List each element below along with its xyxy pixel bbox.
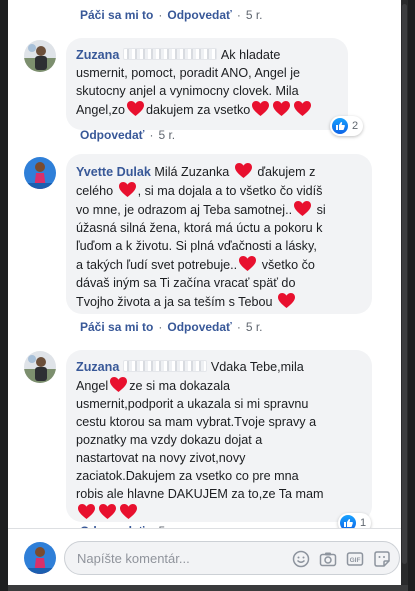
comment-text-line: Angel,zo (76, 103, 126, 117)
comment-actions: Odpovedať·5 r. (80, 128, 176, 142)
comment-text-line: Tvojho života a ja sa teším s Tebou (76, 295, 273, 309)
composer-avatar (24, 542, 56, 574)
like-icon (332, 118, 348, 134)
comment-input-placeholder: Napíšte komentár... (77, 550, 190, 566)
avatar-photo-icon (24, 40, 56, 72)
redacted-name (122, 48, 217, 60)
comment-text-line: všetko čo (261, 258, 315, 272)
heart-icon (127, 100, 145, 117)
comment-author[interactable]: Zuzana (76, 48, 119, 62)
comment-text-line: a takých ľudí svet potrebuje.. (76, 258, 238, 272)
comment-text-line: vo mne, je odrazom aj Teba samotnej.. (76, 203, 293, 217)
comment-text-line: si (316, 203, 326, 217)
camera-icon[interactable] (319, 550, 337, 568)
comment-text-line: usmernit, pomoct, poradit ANO, Angel je (76, 66, 300, 80)
comment-composer-bar: Napíšte komentár... GIF (8, 528, 408, 591)
comment-text-line: Milá Zuzanka (154, 165, 230, 179)
avatar[interactable] (24, 40, 56, 72)
heart-icon (120, 503, 137, 520)
gif-icon[interactable]: GIF (346, 550, 364, 568)
comment-text-line: robis ale hlavne DAKUJEM za to,ze Ta mam (76, 487, 324, 501)
like-link[interactable]: Páči sa mi to (80, 320, 153, 334)
comment-bubble: Zuzana Vdaka Tebe,mila Angel ze si ma dok… (66, 350, 372, 522)
heart-icon (234, 162, 252, 179)
comment-text-line: zaciatok.Dakujem za vsetko co pre mna (76, 469, 299, 483)
comments-panel: Páči sa mi to · Odpovedať · 5 r. Zuzana Ak h… (8, 0, 408, 591)
comment-text-line: cestu ktorou sa mam vybrat.Tvoje spravy … (76, 415, 317, 429)
comment-author[interactable]: Zuzana (76, 360, 119, 374)
comment-text-line: nastartovat na novy zivot,novy (76, 451, 246, 465)
comment-text-line: ľuďom a k životu. Si plná vďačnosti a lá… (76, 239, 317, 253)
timestamp[interactable]: 5 r. (246, 320, 263, 334)
reply-link[interactable]: Odpovedať (167, 8, 231, 22)
comment-actions: Páči sa mi to · Odpovedať · 5 r. (80, 320, 263, 334)
avatar[interactable] (24, 157, 56, 189)
avatar[interactable] (24, 351, 56, 383)
composer-icons: GIF (292, 550, 391, 568)
reaction-badge[interactable]: 2 (330, 116, 364, 136)
avatar-photo-icon (24, 351, 56, 383)
heart-icon (99, 503, 116, 520)
timestamp[interactable]: 5 r. (158, 128, 175, 142)
reply-link[interactable]: Odpovedať (80, 128, 144, 142)
comment-text-line: ze si ma dokazala (129, 379, 231, 393)
comment-text-line: dakujem za vsetko (146, 103, 251, 117)
like-link[interactable]: Páči sa mi to (80, 8, 153, 22)
comment-text-line: Vdaka Tebe,mila (210, 360, 304, 374)
reply-link[interactable]: Odpovedať (167, 320, 231, 334)
heart-icon (239, 255, 257, 272)
avatar-photo-icon (24, 542, 56, 574)
comment-text-line: poznatky ma vzdy dokazu dojat a (76, 433, 263, 447)
comment-input[interactable]: Napíšte komentár... GIF (64, 541, 400, 575)
emoji-icon[interactable] (292, 550, 310, 568)
comment-actions: Páči sa mi to · Odpovedať · 5 r. (80, 8, 263, 22)
comment-author[interactable]: Yvette Dulak (76, 165, 151, 179)
redacted-name (122, 360, 207, 372)
comment-text-line: usmernit,podporit a ukazala si mi spravn… (76, 397, 309, 411)
comment-text-line: Ak hladate (220, 48, 281, 62)
comment-text-line: ďakujem z (257, 165, 316, 179)
avatar-photo-icon (24, 157, 56, 189)
svg-text:GIF: GIF (350, 557, 361, 564)
comment-text-line: úžasná silná žena, ktorá má úctu a pokor… (76, 221, 323, 235)
comment-bubble: Zuzana Ak hladate usmernit, pomoct, pora… (66, 38, 348, 130)
comment-text-line: Angel (76, 379, 109, 393)
comment-text-line: , si ma dojala a to všetko čo vidíš (137, 184, 323, 198)
timestamp[interactable]: 5 r. (246, 8, 263, 22)
heart-icon (252, 100, 270, 117)
heart-icon (277, 292, 295, 309)
comment-text-line: celého (76, 184, 114, 198)
comment-bubble: Yvette Dulak Milá Zuzanka ďakujem z celé… (66, 154, 372, 314)
reaction-count: 2 (352, 120, 359, 132)
scrollbar-thumb[interactable] (402, 4, 407, 564)
heart-icon (118, 181, 136, 198)
heart-icon (78, 503, 95, 520)
heart-icon (110, 376, 128, 393)
comment-text-line: skutocny anjel a vynimocny clovek. Mila (76, 84, 299, 98)
sticker-icon[interactable] (373, 550, 391, 568)
heart-icon (294, 200, 312, 217)
heart-icon (294, 100, 312, 117)
bottom-edge (8, 585, 408, 591)
scrollbar[interactable] (401, 0, 408, 591)
comment-text-line: dávaš iným sa Ti začína vracať späť do (76, 276, 296, 290)
heart-icon (273, 100, 291, 117)
